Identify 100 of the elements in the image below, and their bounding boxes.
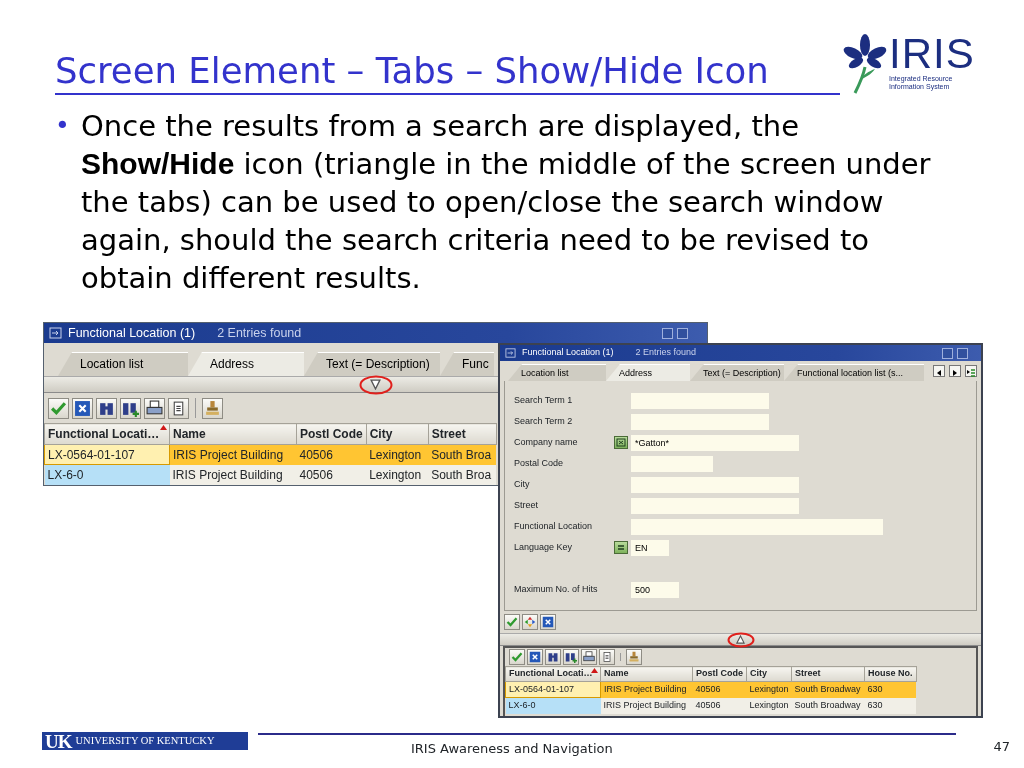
equals-option-button[interactable] — [614, 541, 628, 554]
field-label: City — [514, 477, 531, 491]
tab-list-button[interactable] — [965, 365, 977, 377]
window-icon — [49, 327, 62, 339]
table-cell: Lexington — [366, 444, 429, 465]
cancel-button[interactable] — [527, 649, 543, 665]
input-field[interactable] — [631, 455, 713, 472]
window-title: Functional Location (1) — [522, 346, 614, 360]
show-hide-button[interactable] — [736, 635, 745, 644]
table-cell: LX-0564-01-107 — [44, 444, 170, 465]
input-field[interactable] — [631, 518, 883, 535]
footer-text: IRIS Awareness and Navigation — [411, 742, 613, 755]
input-field[interactable]: EN — [631, 539, 669, 556]
minimize-button[interactable] — [662, 327, 673, 339]
sort-icon — [160, 425, 167, 430]
document-button[interactable] — [599, 649, 615, 665]
table-cell: LX-6-0 — [44, 464, 170, 485]
logo-mark: UK — [45, 731, 72, 751]
minimize-button[interactable] — [942, 347, 953, 359]
cancel-button[interactable] — [540, 614, 556, 630]
triangle-up-icon — [736, 635, 745, 644]
column-header[interactable]: Name — [600, 666, 693, 682]
field-label: Functional Location — [514, 519, 594, 533]
window-title: Functional Location (1) — [68, 324, 196, 342]
bullet-text: Once the results from a search are displayed, the Show/Hide icon (triangle in the middle of the screen under the tabs) can be used to open/close the search window again, should the search criteria need to be revised to obtain different results. — [81, 108, 932, 297]
triangle-down-icon — [370, 379, 381, 390]
close-button[interactable] — [677, 327, 688, 339]
equals-icon — [615, 542, 627, 553]
close-button[interactable] — [957, 347, 968, 359]
annotation-circle — [358, 374, 393, 395]
scroll-right-button[interactable] — [949, 365, 961, 377]
column-header[interactable]: City — [746, 666, 792, 682]
sort-icon — [591, 668, 598, 673]
check-button[interactable] — [509, 649, 525, 665]
tab[interactable]: Func — [440, 352, 494, 376]
annotation-circle — [726, 631, 755, 648]
status-text: 2 Entries found — [217, 324, 302, 342]
tab[interactable]: Address — [188, 352, 304, 376]
field-label: Language Key — [514, 540, 574, 554]
options-button[interactable] — [522, 614, 538, 630]
slide-title: Screen Element – Tabs – Show/Hide Icon — [55, 51, 769, 92]
execute-button[interactable] — [504, 614, 520, 630]
iris-flower-icon — [843, 33, 889, 95]
pattern-icon — [615, 437, 627, 448]
column-header[interactable]: Postl Code — [692, 666, 747, 682]
column-header[interactable]: Street — [791, 666, 865, 682]
field-label: Company name — [514, 435, 579, 449]
cancel-button[interactable] — [72, 397, 93, 419]
tab[interactable]: Location list — [58, 352, 188, 376]
tab[interactable]: Text (= Description) — [304, 352, 440, 376]
list-icon — [966, 367, 976, 378]
field-label: Search Term 1 — [514, 393, 574, 407]
cancel-icon — [529, 651, 541, 663]
table-row[interactable]: LX-0564-01-107 IRIS Project Building 40506 Lexington South Broa — [44, 444, 497, 465]
input-field[interactable] — [631, 497, 799, 514]
page-number: 47 — [993, 740, 1010, 756]
tab[interactable]: Text (= Description) — [690, 364, 784, 381]
scroll-left-button[interactable] — [933, 365, 945, 377]
stamp-button[interactable] — [202, 397, 223, 419]
check-icon — [50, 399, 67, 417]
printer-icon — [583, 651, 595, 663]
column-header[interactable]: Name — [169, 423, 297, 445]
input-field[interactable] — [631, 413, 769, 430]
column-header[interactable]: Functional Locati… — [44, 423, 170, 445]
input-field[interactable]: *Gatton* — [631, 434, 799, 451]
input-field[interactable] — [631, 476, 799, 493]
stamp-icon — [204, 399, 221, 417]
check-button[interactable] — [48, 397, 69, 419]
print-button[interactable] — [581, 649, 597, 665]
cancel-icon — [542, 616, 554, 628]
column-header[interactable]: Postl Code — [296, 423, 367, 445]
stamp-button[interactable] — [626, 649, 642, 665]
input-field[interactable]: 500 — [631, 581, 679, 598]
bullet-marker: • — [55, 110, 71, 142]
printer-icon — [146, 399, 163, 417]
tab[interactable]: Functional location list (s... — [784, 364, 924, 381]
stamp-icon — [628, 651, 640, 663]
table-row[interactable]: LX-0564-01-107 IRIS Project Building 40506 Lexington South Broadway 630 — [505, 681, 917, 698]
table-cell: Lexington — [366, 464, 429, 485]
tab[interactable]: Location list — [508, 364, 606, 381]
field-label: Maximum No. of Hits — [514, 582, 599, 596]
table-row[interactable]: LX-6-0 IRIS Project Building 40506 Lexington South Broa — [44, 464, 497, 485]
field-label: Street — [514, 498, 539, 512]
column-header[interactable]: City — [366, 423, 429, 445]
pattern-option-button[interactable] — [614, 436, 628, 449]
column-header[interactable]: Functional Locati… — [505, 666, 601, 682]
table-row[interactable]: LX-6-0 IRIS Project Building 40506 Lexington South Broadway 630 — [505, 697, 917, 714]
column-header[interactable]: House No. — [864, 666, 917, 682]
diamond-arrows-icon — [524, 616, 536, 628]
column-header[interactable]: Street — [428, 423, 497, 445]
show-hide-button[interactable] — [370, 379, 381, 390]
field-label: Search Term 2 — [514, 414, 574, 428]
tab[interactable]: Address — [606, 364, 690, 381]
print-button[interactable] — [144, 397, 165, 419]
input-field[interactable] — [631, 392, 769, 409]
logo-text: UNIVERSITY OF KENTUCKY — [75, 734, 215, 749]
cancel-icon — [74, 399, 91, 417]
document-icon — [601, 651, 613, 663]
check-icon — [511, 651, 523, 663]
document-button[interactable] — [168, 397, 189, 419]
